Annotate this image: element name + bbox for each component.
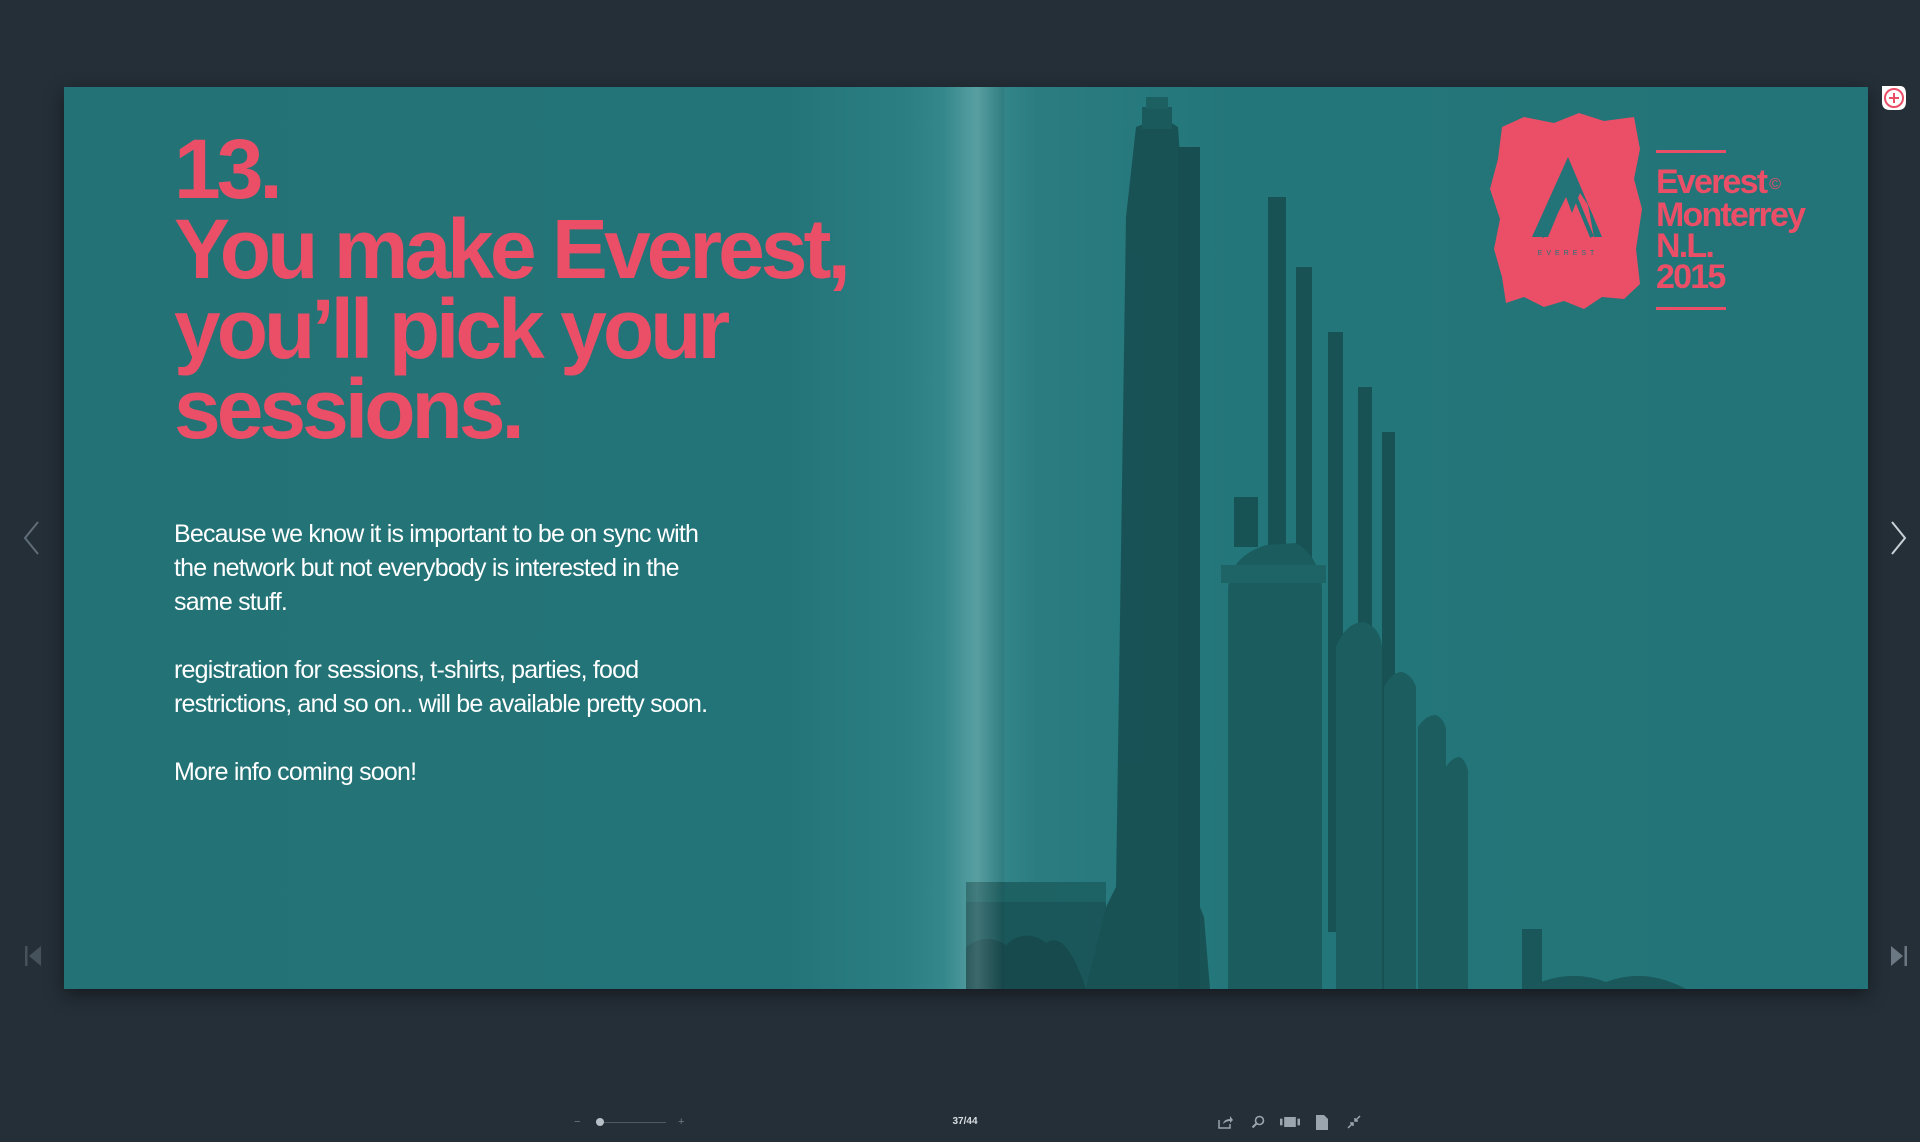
body-paragraph: Because we know it is important to be on… <box>174 520 699 616</box>
logo-rule-bottom <box>1656 307 1726 310</box>
event-logo: EVEREST Everest © Monterrey N.L. 2015 <box>1484 109 1844 329</box>
logo-mark-label: EVEREST <box>1538 250 1599 257</box>
toolbar-tools <box>1216 1113 1364 1131</box>
thumbnails-icon[interactable] <box>1280 1113 1300 1131</box>
bottom-toolbar: − + 37/44 <box>0 1100 1920 1142</box>
headline-line-2: you’ll pick your <box>174 282 730 376</box>
page-icon[interactable] <box>1312 1113 1332 1131</box>
headline-number: 13. <box>174 122 283 216</box>
headline-line-1: You make Everest, <box>174 202 851 296</box>
event-title: Everest © Monterrey N.L. 2015 <box>1656 150 1846 310</box>
plus-circle-icon[interactable] <box>1880 84 1908 112</box>
chevron-left-icon[interactable] <box>16 518 46 558</box>
body-paragraph: More info coming soon! <box>174 758 417 786</box>
chevron-right-icon[interactable] <box>1884 518 1914 558</box>
event-year: 2015 <box>1656 258 1726 296</box>
logo-rule-top <box>1656 150 1726 153</box>
zoom-control: − + <box>570 1112 690 1132</box>
skip-last-icon[interactable] <box>1884 936 1914 976</box>
body-copy: Because we know it is important to be on… <box>174 517 734 823</box>
body-paragraph: registration for sessions, t-shirts, par… <box>174 656 708 718</box>
everest-mountain-logo: EVEREST <box>1490 113 1642 309</box>
zoom-in-button[interactable]: + <box>678 1112 684 1132</box>
zoom-slider-handle[interactable] <box>595 1118 604 1126</box>
headline-line-3: sessions. <box>174 362 525 456</box>
copyright-symbol: © <box>1769 176 1782 193</box>
fullscreen-exit-icon[interactable] <box>1344 1113 1364 1131</box>
zoom-out-button[interactable]: − <box>574 1112 580 1132</box>
skip-first-icon[interactable] <box>18 936 48 976</box>
share-icon[interactable] <box>1216 1113 1236 1131</box>
magazine-spread[interactable]: 13. You make Everest, you’ll pick your s… <box>64 87 1868 989</box>
left-page: 13. You make Everest, you’ll pick your s… <box>64 87 966 989</box>
flipbook-viewer: 13. You make Everest, you’ll pick your s… <box>0 0 1920 1142</box>
search-icon[interactable] <box>1248 1113 1268 1131</box>
zoom-slider-track[interactable] <box>596 1122 666 1123</box>
page-counter: 37/44 <box>952 1116 978 1127</box>
page-headline: 13. You make Everest, you’ll pick your s… <box>174 122 974 456</box>
